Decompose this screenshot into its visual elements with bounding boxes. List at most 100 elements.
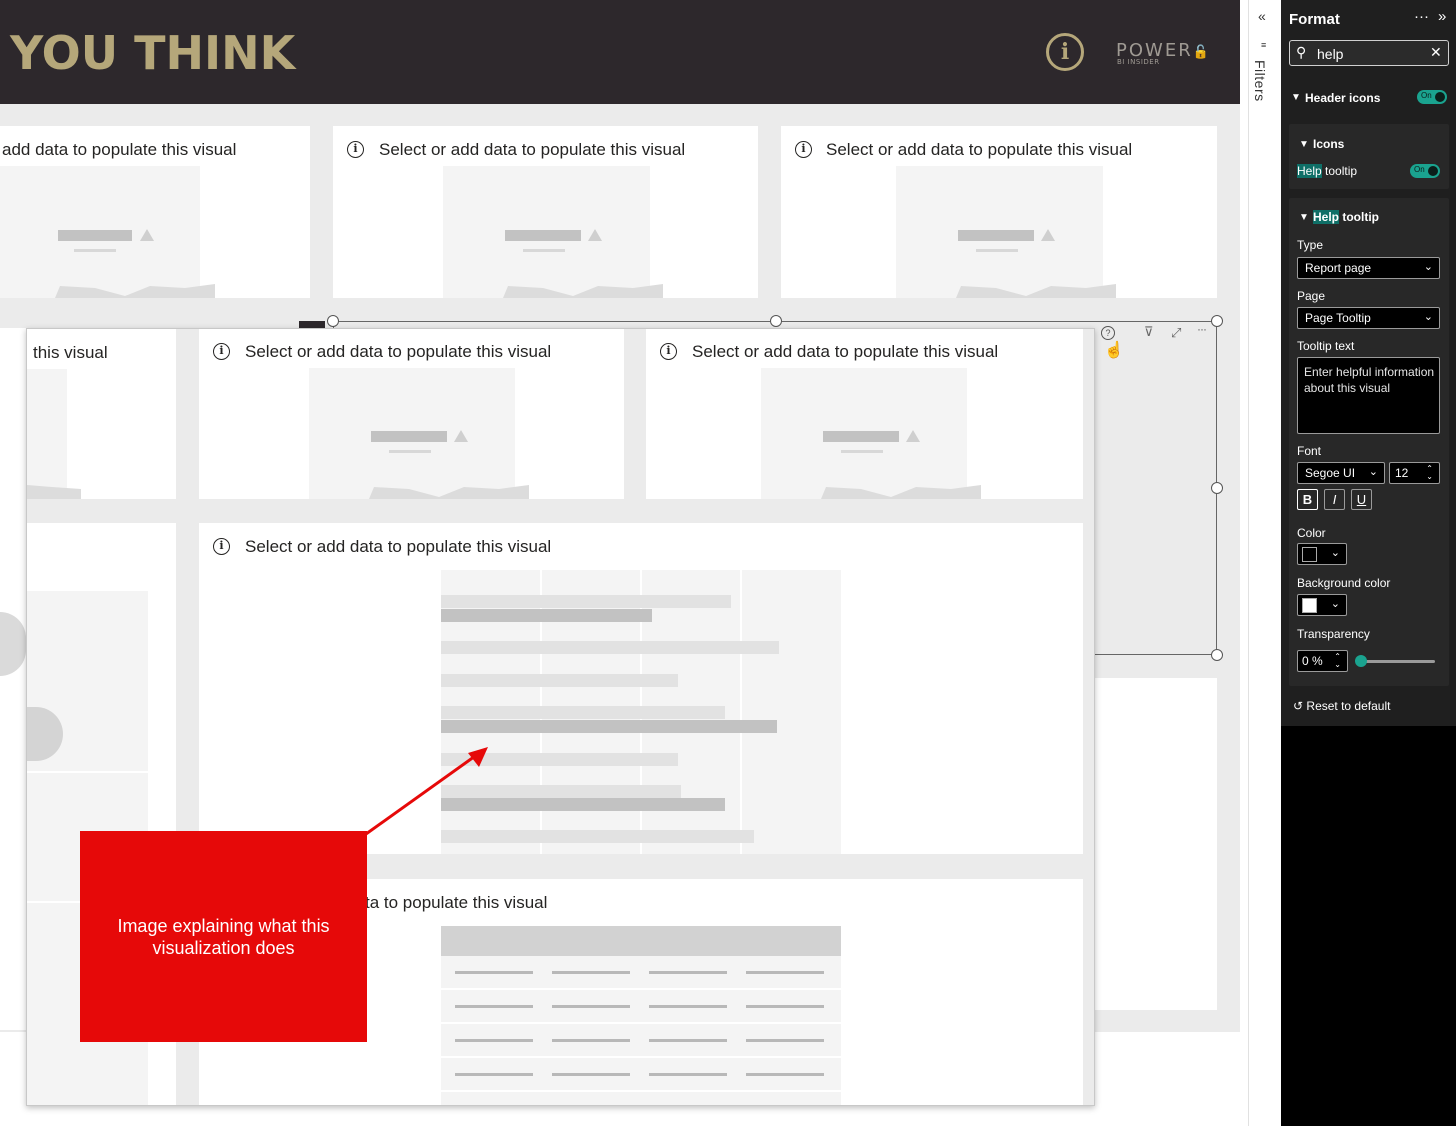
chevron-down-icon[interactable]: ▼ xyxy=(1299,139,1309,150)
callout-annotation: Image explaining what this visualization… xyxy=(80,831,367,1042)
icons-section-title[interactable]: Icons xyxy=(1313,137,1344,151)
underline-button[interactable]: U xyxy=(1351,489,1372,510)
more-options-icon[interactable]: ··· xyxy=(1414,8,1429,25)
resize-handle[interactable] xyxy=(1211,482,1223,494)
search-icon: ⚲ xyxy=(1296,44,1307,60)
visual-placeholder-graphic xyxy=(443,166,663,298)
help-tooltip-icon[interactable]: ? xyxy=(1101,326,1115,340)
help-tooltip-section-title[interactable]: Help tooltip xyxy=(1313,210,1379,224)
callout-arrow xyxy=(365,747,488,836)
chevron-down-icon: ⌄ xyxy=(1423,311,1433,323)
placeholder-bar xyxy=(441,595,731,608)
transparency-value: 0 % xyxy=(1302,654,1323,668)
placeholder-cell xyxy=(649,1039,727,1042)
resize-handle[interactable] xyxy=(1211,649,1223,661)
info-icon[interactable]: i xyxy=(795,141,812,158)
info-icon[interactable]: i xyxy=(1046,33,1084,71)
color-picker[interactable]: ⌄ xyxy=(1297,543,1347,565)
type-dropdown[interactable]: Report page ⌄ xyxy=(1297,257,1440,279)
placeholder-circle xyxy=(0,612,26,676)
tooltip-text-input[interactable]: Enter helpful information about this vis… xyxy=(1297,357,1440,434)
visual-card[interactable]: i Select or add data to populate this vi… xyxy=(781,126,1217,298)
placeholder-row-divider xyxy=(441,1056,841,1058)
bold-button[interactable]: B xyxy=(1297,489,1318,510)
collapse-filters-icon[interactable]: « xyxy=(1258,8,1266,24)
filters-label[interactable]: Filters xyxy=(1252,60,1268,102)
chevron-down-icon: ⌄ xyxy=(1368,466,1378,478)
help-tooltip-icon-toggle[interactable]: On xyxy=(1410,164,1440,178)
page-dropdown[interactable]: Page Tooltip ⌄ xyxy=(1297,307,1440,329)
visual-placeholder-text: ta to populate this visual xyxy=(365,893,548,912)
transparency-slider-thumb[interactable] xyxy=(1355,655,1367,667)
placeholder-cell xyxy=(746,971,824,974)
clear-search-icon[interactable]: ✕ xyxy=(1430,44,1442,61)
chevron-down-icon[interactable]: ▼ xyxy=(1291,92,1301,103)
placeholder-bar xyxy=(823,431,899,442)
visual-placeholder-text: Select or add data to populate this visu… xyxy=(692,342,999,361)
format-pane-title: Format xyxy=(1289,11,1340,28)
filters-pane-collapsed[interactable]: « ≡ Filters xyxy=(1248,0,1281,1126)
placeholder-triangle xyxy=(1041,229,1055,241)
focus-mode-icon[interactable]: ⤢ xyxy=(1171,325,1181,341)
visual-card-background xyxy=(0,328,26,1030)
placeholder-bar xyxy=(371,431,447,442)
callout-text: Image explaining what this visualization… xyxy=(117,916,330,958)
placeholder-bar xyxy=(441,706,725,719)
placeholder-bar xyxy=(958,230,1034,241)
stepper-arrows-icon: ⌃ ⌄ xyxy=(1334,652,1341,669)
reset-to-default-button[interactable]: ↺ Reset to default xyxy=(1293,699,1390,713)
placeholder-gridline xyxy=(740,570,742,854)
placeholder-cell xyxy=(649,971,727,974)
info-icon: i xyxy=(213,343,230,360)
format-pane: Format ··· » ⚲ help ✕ ▼ Header icons On … xyxy=(1281,0,1456,1126)
transparency-label: Transparency xyxy=(1297,627,1370,641)
icons-card: ▼ Icons Help tooltip On xyxy=(1289,124,1449,189)
search-value[interactable]: help xyxy=(1317,46,1343,62)
filters-icon: ≡ xyxy=(1261,40,1267,50)
label-suffix: tooltip xyxy=(1339,210,1379,224)
placeholder-table-header xyxy=(441,926,841,956)
chevron-down-icon: ⌄ xyxy=(1423,261,1433,273)
header-icons-section-title[interactable]: Header icons xyxy=(1305,91,1380,105)
transparency-stepper[interactable]: 0 % ⌃ ⌄ xyxy=(1297,650,1348,672)
placeholder-area-chart xyxy=(956,284,1116,298)
visual-card[interactable]: i Select or add data to populate this vi… xyxy=(333,126,758,298)
type-value: Report page xyxy=(1305,261,1372,275)
search-highlight: Help xyxy=(1313,210,1340,224)
font-size-stepper[interactable]: 12 ⌃ ⌄ xyxy=(1389,462,1440,484)
visual-card[interactable]: add data to populate this visual xyxy=(0,126,310,298)
visual-placeholder-table xyxy=(441,926,841,1105)
placeholder-circle xyxy=(27,707,63,761)
toggle-state-label: On xyxy=(1414,165,1425,174)
placeholder-bar xyxy=(441,674,678,687)
chevron-down-icon[interactable]: ▼ xyxy=(1299,212,1309,223)
expand-pane-icon[interactable]: » xyxy=(1438,8,1446,25)
visual-placeholder-graphic xyxy=(309,368,529,499)
placeholder-row-divider xyxy=(441,1022,841,1024)
header-icons-toggle[interactable]: On xyxy=(1417,90,1447,104)
color-swatch xyxy=(1302,547,1317,562)
visual-card-background xyxy=(1095,678,1217,1010)
placeholder-line xyxy=(523,249,565,252)
resize-handle[interactable] xyxy=(327,315,339,327)
help-tooltip-icon-label: Help tooltip xyxy=(1297,164,1357,178)
hand-cursor-icon: ☝ xyxy=(1104,342,1124,359)
resize-handle[interactable] xyxy=(770,315,782,327)
page-value: Page Tooltip xyxy=(1305,311,1371,325)
placeholder-triangle xyxy=(140,229,154,241)
reset-icon: ↺ xyxy=(1293,699,1304,713)
italic-button[interactable]: I xyxy=(1324,489,1345,510)
font-family-dropdown[interactable]: Segoe UI ⌄ xyxy=(1297,462,1385,484)
background-color-picker[interactable]: ⌄ xyxy=(1297,594,1347,616)
visual-card: this visual xyxy=(27,329,176,499)
resize-handle[interactable] xyxy=(1211,315,1223,327)
placeholder-line xyxy=(976,249,1018,252)
visual-tab-marker xyxy=(299,321,325,328)
transparency-slider-track[interactable] xyxy=(1361,660,1435,663)
placeholder-bar xyxy=(441,641,779,654)
info-icon: i xyxy=(213,538,230,555)
info-icon[interactable]: i xyxy=(347,141,364,158)
format-search-input[interactable]: ⚲ help ✕ xyxy=(1289,40,1449,66)
filter-icon[interactable]: ⊽ xyxy=(1144,324,1154,340)
more-options-icon[interactable]: ··· xyxy=(1197,322,1207,336)
